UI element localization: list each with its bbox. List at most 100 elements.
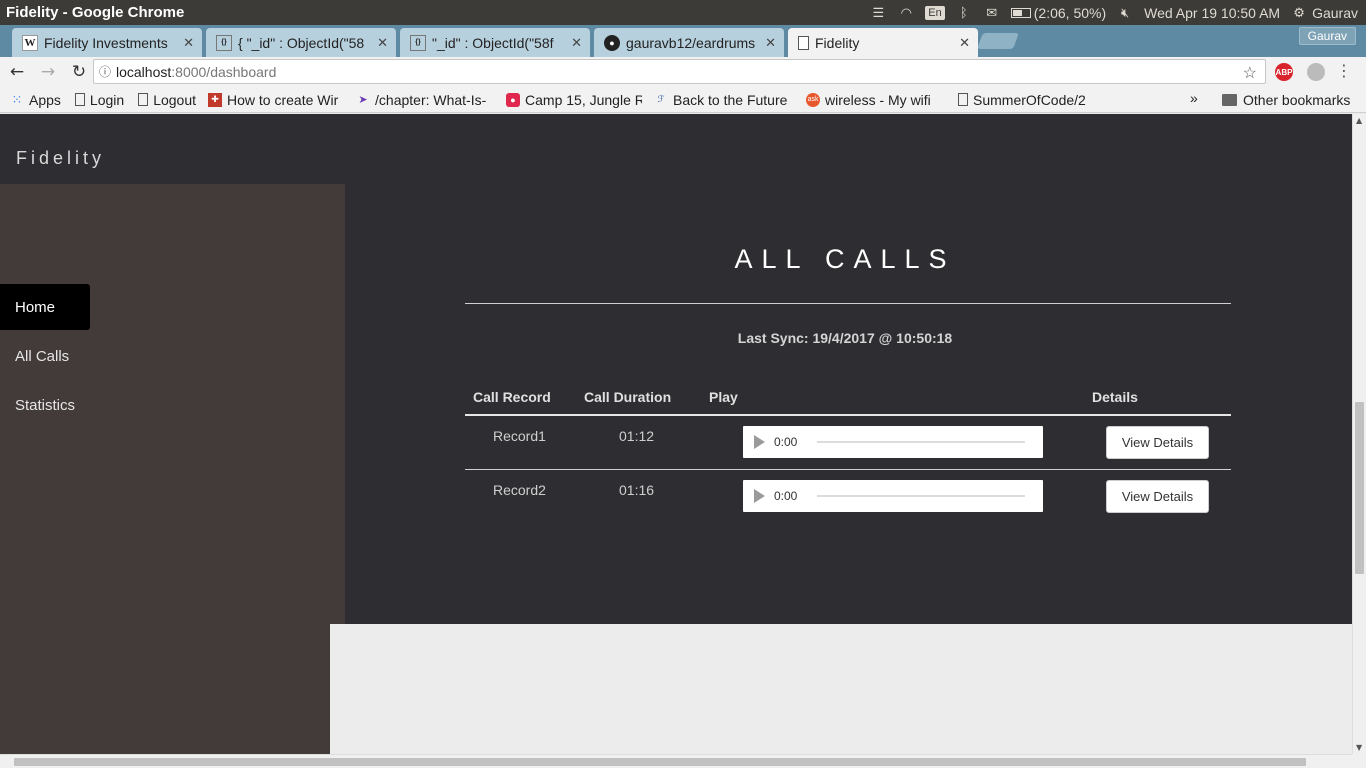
tab-github[interactable]: ● gauravb12/eardrums ✕ bbox=[594, 28, 784, 57]
scroll-up-icon[interactable]: ▲ bbox=[1356, 116, 1362, 125]
heading-divider bbox=[465, 303, 1231, 304]
close-icon[interactable]: ✕ bbox=[765, 35, 776, 51]
wifi-icon[interactable]: ◠ bbox=[897, 5, 915, 21]
brand-bar: Fidelity bbox=[0, 114, 345, 184]
github-icon: ● bbox=[604, 34, 620, 51]
page-icon bbox=[138, 93, 149, 106]
page-icon bbox=[74, 93, 85, 106]
system-user-menu[interactable]: ⚙ Gaurav bbox=[1290, 5, 1358, 21]
url-path: :8000/dashboard bbox=[171, 63, 277, 80]
sidebar: Fidelity Home All Calls Statistics bbox=[0, 114, 345, 624]
bookmark-login[interactable]: Login bbox=[74, 89, 124, 111]
table-header: Call Record Call Duration Play Details bbox=[465, 384, 1231, 416]
brand-logo-text[interactable]: Fidelity bbox=[16, 148, 105, 169]
info-icon[interactable]: ⓘ bbox=[94, 63, 116, 80]
adblock-icon[interactable]: ABP bbox=[1275, 63, 1293, 81]
json-icon: {} bbox=[216, 34, 232, 51]
chrome-menu-icon[interactable]: ⋮ bbox=[1336, 61, 1352, 80]
call-duration: 01:16 bbox=[619, 482, 655, 498]
vertical-scrollbar[interactable]: ▲ ▼ bbox=[1352, 114, 1366, 754]
bookmark-camp[interactable]: ● Camp 15, Jungle R bbox=[506, 89, 642, 111]
extension-icon[interactable] bbox=[1307, 63, 1325, 81]
close-icon[interactable]: ✕ bbox=[183, 35, 194, 51]
browser-tabstrip: W Fidelity Investments ✕ {} { "_id" : Ob… bbox=[0, 25, 1366, 57]
clock[interactable]: Wed Apr 19 10:50 AM bbox=[1144, 5, 1280, 21]
column-header-play: Play bbox=[709, 389, 738, 405]
os-top-bar: Fidelity - Google Chrome ☰ ◠ En ᛒ ✉ (2:0… bbox=[0, 0, 1366, 25]
calls-table: Call Record Call Duration Play Details R… bbox=[465, 384, 1231, 524]
sidebar-item-all-calls[interactable]: All Calls bbox=[0, 333, 90, 379]
scrollbar-corner bbox=[1352, 754, 1366, 768]
bookmarks-overflow-button[interactable]: » bbox=[1190, 90, 1198, 106]
scroll-down-icon[interactable]: ▼ bbox=[1356, 743, 1362, 752]
bluetooth-icon[interactable]: ᛒ bbox=[955, 5, 973, 21]
horizontal-scrollbar[interactable] bbox=[0, 754, 1352, 768]
main-content: ALL CALLS Last Sync: 19/4/2017 @ 10:50:1… bbox=[345, 114, 1352, 624]
ask-icon: ask bbox=[806, 92, 821, 107]
play-icon[interactable] bbox=[754, 435, 765, 449]
table-row: Record2 01:16 0:00 View Details bbox=[465, 470, 1231, 524]
mail-icon[interactable]: ✉ bbox=[983, 5, 1001, 21]
apps-icon: ⁙ bbox=[11, 91, 23, 107]
wikipedia-icon: W bbox=[22, 34, 38, 51]
view-details-button[interactable]: View Details bbox=[1106, 426, 1209, 459]
url-host: localhost bbox=[116, 63, 172, 80]
close-icon[interactable]: ✕ bbox=[377, 35, 388, 51]
volume-muted-icon[interactable]: 🔇︎ bbox=[1116, 5, 1134, 21]
window-title: Fidelity - Google Chrome bbox=[6, 4, 185, 21]
browser-toolbar: ← → ↻ ⓘ localhost :8000/dashboard ☆ ABP … bbox=[0, 57, 1366, 87]
column-header-call-duration: Call Duration bbox=[584, 389, 672, 405]
tab-json-2[interactable]: {} "_id" : ObjectId("58f ✕ bbox=[400, 28, 590, 57]
vertical-scroll-thumb[interactable] bbox=[1355, 402, 1364, 574]
folder-icon bbox=[1222, 94, 1237, 106]
audio-seek-bar[interactable] bbox=[817, 495, 1026, 497]
horizontal-scroll-thumb[interactable] bbox=[14, 758, 1306, 766]
sidebar-overflow bbox=[0, 624, 330, 754]
os-indicators: ☰ ◠ En ᛒ ✉ (2:06, 50%) 🔇︎ Wed Apr 19 10:… bbox=[869, 0, 1358, 25]
audio-seek-bar[interactable] bbox=[817, 441, 1026, 443]
bookmark-logout[interactable]: Logout bbox=[138, 89, 196, 111]
tab-json-1[interactable]: {} { "_id" : ObjectId("58 ✕ bbox=[206, 28, 396, 57]
audio-player[interactable]: 0:00 bbox=[743, 480, 1043, 512]
sidebar-item-home[interactable]: Home bbox=[0, 284, 90, 330]
view-details-button[interactable]: View Details bbox=[1106, 480, 1209, 513]
bookmark-apps[interactable]: ⁙ Apps bbox=[10, 89, 61, 111]
audio-player[interactable]: 0:00 bbox=[743, 426, 1043, 458]
call-duration: 01:12 bbox=[619, 428, 655, 444]
sidebar-item-statistics[interactable]: Statistics bbox=[0, 382, 90, 428]
profile-button[interactable]: Gaurav bbox=[1298, 27, 1356, 45]
bookmarks-bar: ⁙ Apps Login Logout ✚ How to create Wir … bbox=[0, 87, 1366, 113]
page-icon bbox=[798, 35, 809, 50]
json-icon: {} bbox=[410, 34, 426, 51]
audio-time: 0:00 bbox=[774, 489, 798, 503]
audio-time: 0:00 bbox=[774, 435, 798, 449]
bookmark-star-icon[interactable]: ☆ bbox=[1243, 63, 1257, 83]
system-user-name: Gaurav bbox=[1312, 4, 1358, 21]
keyboard-language-indicator[interactable]: En bbox=[925, 5, 945, 20]
last-sync-text: Last Sync: 19/4/2017 @ 10:50:18 bbox=[737, 330, 953, 346]
bookmark-chapter[interactable]: ➤ /chapter: What-Is- bbox=[356, 89, 494, 111]
reload-button[interactable]: ↻ bbox=[65, 60, 93, 84]
play-icon[interactable] bbox=[754, 489, 765, 503]
battery-indicator[interactable]: (2:06, 50%) bbox=[1010, 5, 1106, 21]
forward-button[interactable]: → bbox=[34, 60, 62, 84]
bookmark-summerofcode[interactable]: SummerOfCode/2 bbox=[958, 89, 1094, 111]
bookmark-back-to-the-future[interactable]: ℱ Back to the Future bbox=[654, 89, 794, 111]
close-icon[interactable]: ✕ bbox=[959, 35, 970, 51]
other-bookmarks[interactable]: Other bookmarks bbox=[1222, 87, 1350, 113]
bookmark-wireless[interactable]: ask wireless - My wifi bbox=[806, 89, 946, 111]
site-icon: ● bbox=[506, 92, 521, 107]
table-row: Record1 01:12 0:00 View Details bbox=[465, 416, 1231, 470]
close-icon[interactable]: ✕ bbox=[571, 35, 582, 51]
call-record-name: Record1 bbox=[493, 428, 546, 444]
tab-fidelity-active[interactable]: Fidelity ✕ bbox=[788, 28, 978, 57]
menu-list-icon[interactable]: ☰ bbox=[869, 5, 887, 21]
site-icon: ➤ bbox=[358, 94, 368, 106]
tab-fidelity-investments[interactable]: W Fidelity Investments ✕ bbox=[12, 28, 202, 57]
column-header-call-record: Call Record bbox=[473, 389, 551, 405]
site-icon: ℱ bbox=[657, 94, 665, 104]
bookmark-how-to-create[interactable]: ✚ How to create Wir bbox=[208, 89, 344, 111]
new-tab-button[interactable] bbox=[977, 33, 1019, 49]
address-bar[interactable]: ⓘ localhost :8000/dashboard ☆ bbox=[93, 59, 1266, 84]
back-button[interactable]: ← bbox=[3, 60, 31, 84]
